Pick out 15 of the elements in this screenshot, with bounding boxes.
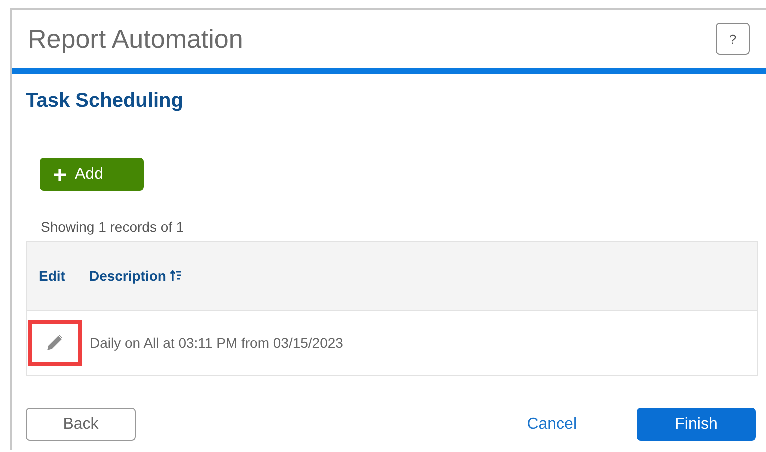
section-title: Task Scheduling — [26, 90, 184, 113]
plus-icon — [53, 168, 67, 182]
window-title: Report Automation — [28, 24, 244, 54]
help-button[interactable]: ? — [716, 23, 750, 55]
table-cell: Daily on All at 03:11 PM from 03/15/2023 — [90, 335, 344, 351]
column-header[interactable]: Edit — [39, 268, 66, 284]
add-button[interactable]: Add — [40, 158, 144, 191]
record-count: Showing 1 records of 1 — [41, 219, 186, 235]
back-button[interactable]: Back — [26, 408, 136, 441]
sort-icon — [170, 270, 182, 282]
cancel-link[interactable]: Cancel — [521, 414, 583, 434]
pencil-icon — [46, 334, 64, 352]
finish-button[interactable]: Finish — [637, 408, 756, 441]
edit-button[interactable] — [28, 320, 82, 366]
column-header[interactable]: Description — [89, 268, 182, 284]
